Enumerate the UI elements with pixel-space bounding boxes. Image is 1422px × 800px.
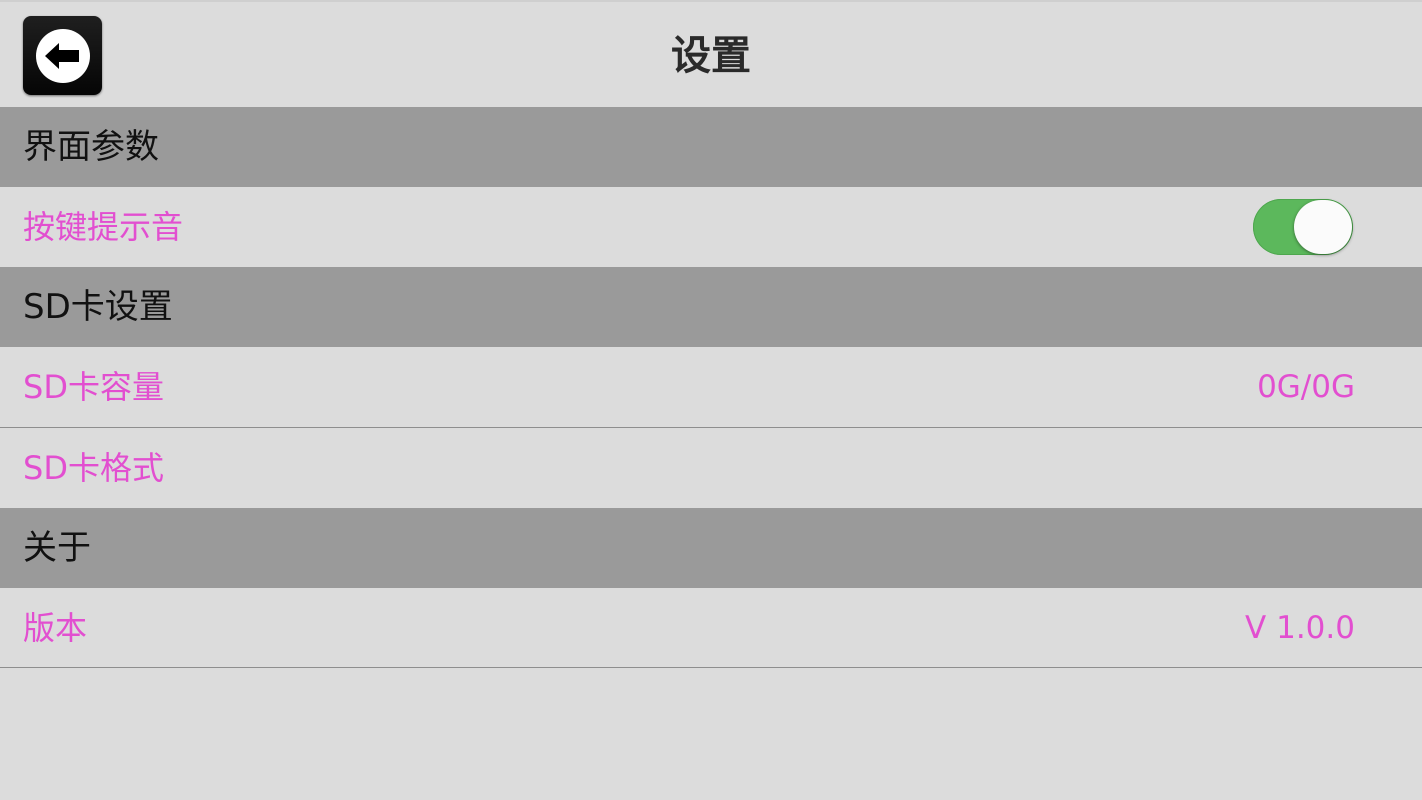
section-header-interface: 界面参数 [0,107,1422,187]
section-header-about: 关于 [0,508,1422,588]
row-label: 版本 [23,609,88,647]
key-sound-toggle[interactable] [1253,199,1353,255]
row-sd-format[interactable]: SD卡格式 [0,428,1422,508]
row-label: SD卡容量 [23,368,164,406]
row-label: SD卡格式 [23,449,164,487]
row-value: 0G/0G [1257,369,1355,405]
row-key-sound[interactable]: 按键提示音 [0,187,1422,267]
settings-screen: 设置 界面参数 按键提示音 SD卡设置 SD卡容量 0G/0G SD卡格式 关于… [0,0,1422,800]
row-label: 按键提示音 [23,208,184,246]
top-bar: 设置 [0,0,1422,106]
row-sd-capacity[interactable]: SD卡容量 0G/0G [0,347,1422,428]
section-title: SD卡设置 [23,287,173,327]
section-title: 关于 [23,528,91,568]
page-title: 设置 [671,33,751,79]
section-header-sd-card: SD卡设置 [0,267,1422,347]
row-version[interactable]: 版本 V 1.0.0 [0,588,1422,668]
row-value: V 1.0.0 [1245,610,1355,646]
section-title: 界面参数 [23,127,159,167]
toggle-knob [1294,200,1352,254]
